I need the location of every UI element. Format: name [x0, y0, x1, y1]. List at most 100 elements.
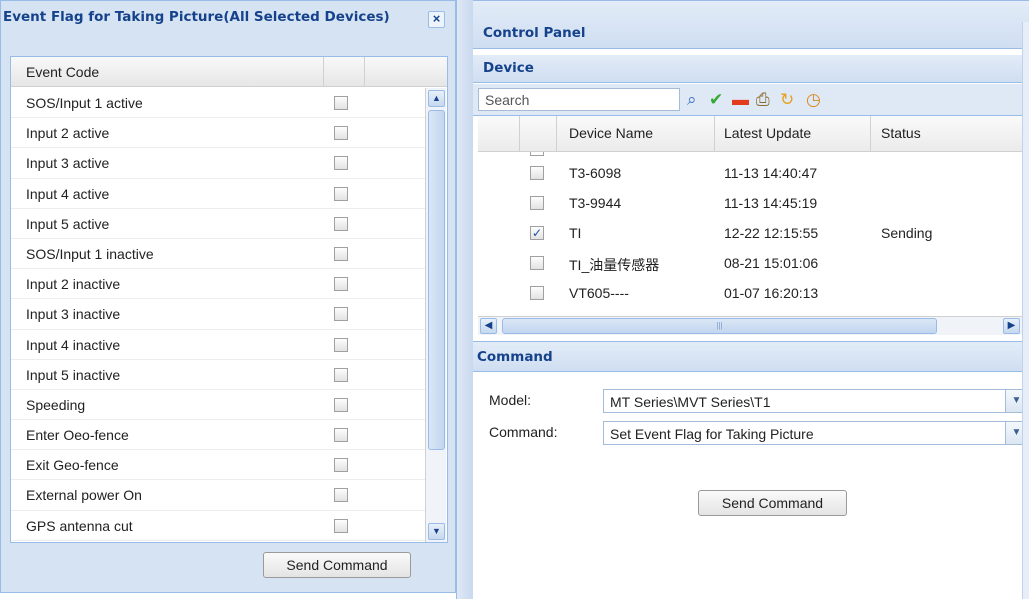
- horizontal-scrollbar[interactable]: ◀ ||| ▶: [478, 316, 1026, 335]
- event-row[interactable]: Input 3 inactive: [11, 299, 425, 330]
- scrollbar-thumb[interactable]: [428, 110, 445, 450]
- event-checkbox[interactable]: [334, 156, 348, 171]
- column-header-status[interactable]: Status: [881, 125, 921, 141]
- scroll-up-icon[interactable]: ▲: [428, 90, 445, 107]
- header-divider: [323, 57, 324, 87]
- command-select[interactable]: Set Event Flag for Taking Picture ▼: [603, 421, 1028, 445]
- row-checkbox[interactable]: [530, 152, 544, 156]
- model-label: Model:: [489, 392, 532, 408]
- device-row[interactable]: VT605---- 01-07 16:20:13: [478, 279, 1023, 309]
- header-divider: [556, 116, 557, 152]
- vertical-scrollbar[interactable]: ▲ ▼: [425, 88, 446, 542]
- scroll-right-icon[interactable]: ▶: [1003, 318, 1020, 334]
- event-checkbox[interactable]: [334, 488, 348, 503]
- device-row[interactable]: ✓ TI 12-22 12:15:55 Sending: [478, 219, 1023, 249]
- search-icon[interactable]: ⌕: [687, 90, 697, 110]
- control-panel-title: Control Panel: [483, 25, 586, 41]
- latest-update: 12-22 12:15:55: [724, 225, 819, 241]
- scroll-down-icon[interactable]: ▼: [428, 523, 445, 540]
- event-label: Exit Geo-fence: [26, 457, 119, 474]
- event-label: Input 2 active: [26, 125, 110, 142]
- event-row[interactable]: SOS/Input 1 active: [11, 88, 425, 119]
- scrollbar-thumb[interactable]: |||: [502, 318, 937, 334]
- device-panel-title: Device: [483, 60, 534, 76]
- event-checkbox[interactable]: [334, 246, 348, 261]
- search-input[interactable]: [478, 88, 680, 111]
- event-label: External power On: [26, 487, 142, 504]
- row-checkbox[interactable]: [530, 256, 544, 270]
- device-name: T3-6098: [569, 165, 622, 181]
- latest-update: 08-21 15:01:06: [724, 255, 819, 271]
- event-label: SOS/Input 1 active: [26, 95, 143, 111]
- latest-update: 11-13 14:40:47: [724, 165, 818, 181]
- event-label: SOS/Input 1 inactive: [26, 245, 154, 262]
- event-flag-dialog: Event Flag for Taking Picture(All Select…: [0, 0, 456, 593]
- event-checkbox[interactable]: [334, 337, 348, 352]
- device-name: TI: [569, 225, 582, 241]
- command-panel-header: Command: [473, 341, 1029, 372]
- right-edge-scrollbar[interactable]: [1022, 22, 1029, 599]
- event-row[interactable]: GPS antenna cut: [11, 511, 425, 541]
- send-command-button[interactable]: Send Command: [698, 490, 847, 516]
- command-label: Command:: [489, 424, 558, 440]
- minus-icon[interactable]: ▬: [732, 90, 749, 110]
- event-checkbox[interactable]: [334, 307, 348, 322]
- event-row[interactable]: Input 2 active: [11, 118, 425, 149]
- event-row[interactable]: Speeding: [11, 390, 425, 421]
- panel-splitter[interactable]: [456, 0, 473, 599]
- device-name: TI_油量传感器: [569, 257, 660, 273]
- row-checkbox[interactable]: [530, 166, 544, 180]
- event-row[interactable]: Exit Geo-fence: [11, 450, 425, 481]
- device-row[interactable]: TI_油量传感器 08-21 15:01:06: [478, 249, 1023, 279]
- event-checkbox[interactable]: [334, 428, 348, 443]
- event-checkbox[interactable]: [334, 518, 348, 533]
- printer-icon[interactable]: ⎙: [756, 90, 770, 110]
- event-row[interactable]: SOS/Input 1 inactive: [11, 239, 425, 270]
- model-select[interactable]: MT Series\MVT Series\T1 ▼: [603, 389, 1028, 413]
- event-checkbox[interactable]: [334, 216, 348, 231]
- event-label: Input 2 inactive: [26, 276, 121, 293]
- event-label: Input 3 inactive: [26, 306, 121, 323]
- event-checkbox[interactable]: [334, 367, 348, 382]
- clock-icon[interactable]: ◷: [806, 90, 821, 110]
- event-checkbox[interactable]: [334, 96, 348, 110]
- device-grid-header: Device Name Latest Update Status: [478, 116, 1029, 152]
- event-row[interactable]: Input 4 inactive: [11, 330, 425, 360]
- scroll-left-icon[interactable]: ◀: [480, 318, 497, 334]
- check-icon[interactable]: ✔: [709, 90, 723, 110]
- row-checkbox[interactable]: [530, 196, 544, 210]
- event-code-grid: Event Code SOS/Input 1 active Input 2 act…: [10, 56, 448, 543]
- event-label: Input 4 active: [26, 185, 110, 202]
- column-header-latest-update[interactable]: Latest Update: [724, 125, 811, 141]
- event-row[interactable]: Enter Oeo-fence: [11, 420, 425, 451]
- event-row[interactable]: Input 4 active: [11, 179, 425, 209]
- event-row[interactable]: External power On: [11, 480, 425, 511]
- event-checkbox[interactable]: [334, 277, 348, 292]
- event-checkbox[interactable]: [334, 458, 348, 473]
- header-divider: [870, 116, 871, 152]
- event-row[interactable]: Input 5 inactive: [11, 360, 425, 390]
- event-label: Enter Oeo-fence: [26, 427, 129, 444]
- device-name: T3-9944: [569, 195, 622, 211]
- grid-header: Event Code: [11, 57, 447, 87]
- row-checkbox[interactable]: [530, 286, 544, 300]
- close-icon[interactable]: ×: [428, 11, 445, 28]
- header-divider: [519, 116, 520, 152]
- device-status: Sending: [881, 225, 933, 241]
- event-checkbox[interactable]: [334, 186, 348, 201]
- event-checkbox[interactable]: [334, 397, 348, 412]
- send-command-button[interactable]: Send Command: [263, 552, 411, 578]
- event-row[interactable]: Input 3 active: [11, 148, 425, 179]
- event-row[interactable]: Input 2 inactive: [11, 269, 425, 300]
- control-panel-header: Control Panel: [473, 0, 1029, 49]
- device-row[interactable]: T3-6098 11-13 14:40:47: [478, 159, 1023, 189]
- column-header-device-name[interactable]: Device Name: [569, 125, 653, 141]
- refresh-icon[interactable]: ↻: [780, 90, 794, 110]
- event-label: Input 3 active: [26, 155, 110, 172]
- row-checkbox[interactable]: ✓: [530, 226, 544, 240]
- command-select-value: Set Event Flag for Taking Picture: [610, 426, 814, 442]
- event-checkbox[interactable]: [334, 126, 348, 141]
- event-row[interactable]: Input 5 active: [11, 209, 425, 239]
- column-header-event-code[interactable]: Event Code: [26, 64, 99, 80]
- device-row[interactable]: T3-9944 11-13 14:45:19: [478, 189, 1023, 219]
